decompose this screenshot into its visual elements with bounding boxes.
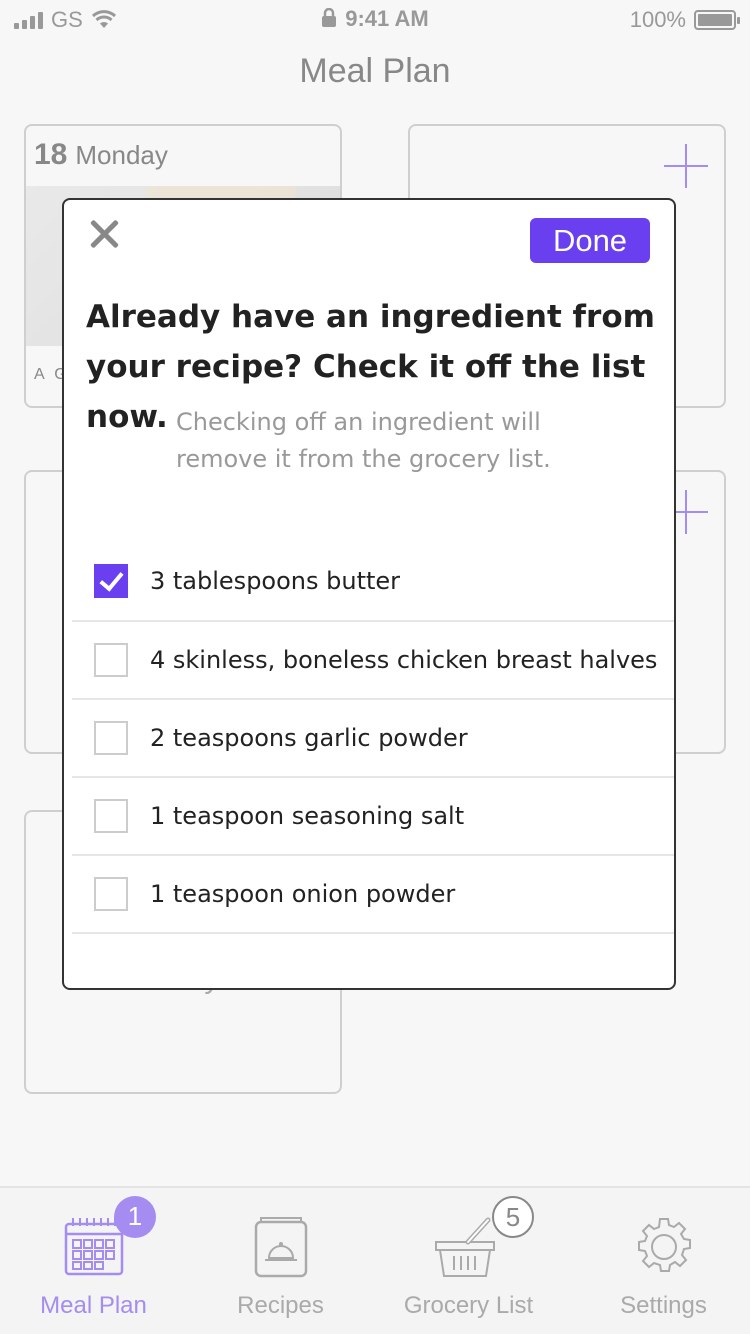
ingredient-item[interactable]: 2 teaspoons garlic powder	[72, 700, 674, 778]
tab-bar: 1 Meal Plan Recipes 5 Grocery List Setti…	[0, 1186, 750, 1334]
day-number: 18	[34, 138, 68, 171]
page-title: Meal Plan	[299, 52, 451, 90]
ingredient-checkoff-modal: Done Already have an ingredient from you…	[62, 198, 676, 990]
ingredient-item[interactable]: 1 teaspoon onion powder	[72, 856, 674, 934]
recipe-box-icon	[254, 1217, 307, 1278]
ingredient-list: 3 tablespoons butter 4 skinless, boneles…	[72, 542, 674, 934]
grocery-list-badge: 5	[492, 1196, 534, 1238]
meal-plan-badge: 1	[114, 1196, 156, 1238]
battery-icon	[694, 10, 740, 30]
checkbox[interactable]	[94, 643, 128, 677]
tab-meal-plan[interactable]: 1 Meal Plan	[0, 1188, 187, 1334]
done-button[interactable]: Done	[530, 218, 650, 263]
ingredient-item[interactable]: 3 tablespoons butter	[72, 542, 674, 622]
checkbox[interactable]	[94, 877, 128, 911]
basket-icon	[434, 1217, 495, 1277]
gear-icon	[637, 1218, 691, 1272]
tab-settings[interactable]: Settings	[570, 1188, 750, 1334]
battery-percent: 100%	[629, 7, 686, 32]
ingredient-item[interactable]: 1 teaspoon seasoning salt	[72, 778, 674, 856]
tab-grocery-list[interactable]: 5 Grocery List	[375, 1188, 562, 1334]
tab-recipes[interactable]: Recipes	[187, 1188, 374, 1334]
checkbox[interactable]	[94, 721, 128, 755]
checkbox-checked[interactable]	[94, 564, 128, 598]
checkbox[interactable]	[94, 799, 128, 833]
ingredient-item[interactable]: 4 skinless, boneless chicken breast halv…	[72, 622, 674, 700]
ingredient-label: 4 skinless, boneless chicken breast halv…	[150, 646, 658, 674]
ingredient-label: 1 teaspoon seasoning salt	[150, 802, 465, 830]
tab-label: Recipes	[237, 1292, 324, 1319]
add-meal-icon[interactable]	[664, 144, 708, 188]
day-header: 18 Monday	[34, 138, 168, 172]
ingredient-label: 3 tablespoons butter	[150, 567, 401, 595]
tab-label: Meal Plan	[40, 1292, 147, 1319]
status-right: 100%	[629, 7, 740, 33]
modal-subtext: Checking off an ingredient will remove i…	[176, 408, 551, 473]
day-name: Monday	[75, 140, 168, 170]
close-icon[interactable]	[86, 216, 122, 252]
status-bar: GS 9:41 AM 100%	[0, 0, 750, 40]
ingredient-label: 1 teaspoon onion powder	[150, 880, 456, 908]
tab-label: Settings	[620, 1292, 707, 1319]
lock-icon	[322, 8, 337, 27]
tab-label: Grocery List	[403, 1292, 534, 1319]
status-time: 9:41 AM	[345, 6, 429, 31]
ingredient-label: 2 teaspoons garlic powder	[150, 724, 468, 752]
